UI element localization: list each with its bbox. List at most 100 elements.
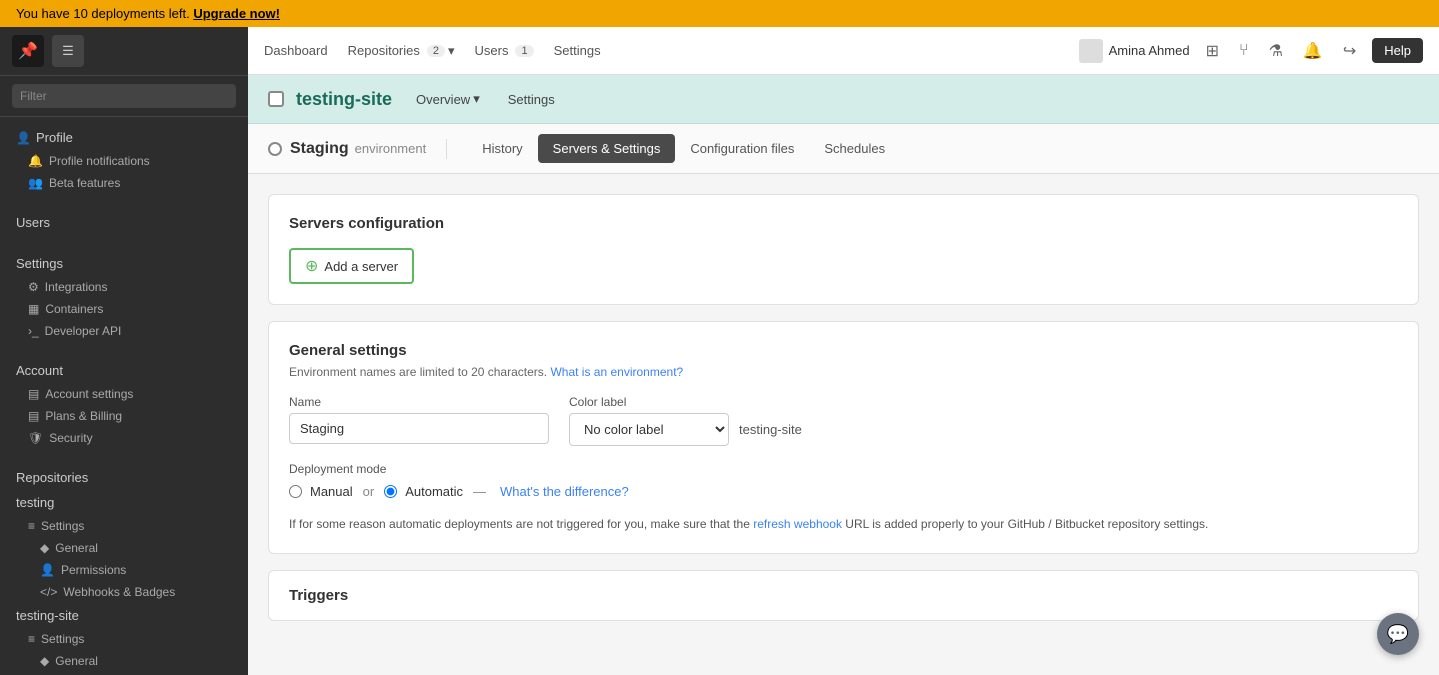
sidebar-item-testing-site-settings[interactable]: ≡ Settings [0, 628, 248, 650]
nav-settings[interactable]: Settings [554, 39, 601, 62]
deployment-mode-section: Deployment mode Manual or Automatic — Wh… [289, 462, 1398, 499]
users-section: Users [0, 202, 248, 243]
account-settings-label: Account settings [45, 387, 133, 401]
testing-permissions-label: Permissions [61, 563, 126, 577]
add-server-button[interactable]: ⊕ Add a server [289, 248, 414, 284]
sidebar-item-testing-settings[interactable]: ≡ Settings [0, 515, 248, 537]
sidebar-item-profile[interactable]: 👤 Profile [0, 125, 248, 150]
testing-site-general-label: General [55, 654, 98, 668]
fork-icon[interactable]: ⑂ [1235, 38, 1253, 64]
integrations-label: Integrations [45, 280, 108, 294]
sidebar-item-repositories[interactable]: Repositories [0, 465, 248, 490]
upgrade-link[interactable]: Upgrade now! [193, 6, 280, 21]
settings-label: Settings [16, 256, 63, 271]
tab-servers-settings[interactable]: Servers & Settings [538, 134, 676, 163]
testing-webhooks-label: Webhooks & Badges [63, 585, 175, 599]
sidebar-item-beta-features[interactable]: 👥 Beta features [0, 172, 248, 194]
automatic-radio[interactable] [384, 485, 397, 498]
sidebar-filter-container [0, 76, 248, 117]
flask-icon[interactable]: ⚗ [1265, 37, 1287, 65]
project-nav-settings[interactable]: Settings [496, 88, 567, 111]
testing-webhooks-icon: </> [40, 585, 57, 599]
refresh-webhook-link[interactable]: refresh webhook [753, 517, 842, 531]
name-input[interactable] [289, 413, 549, 444]
help-button[interactable]: Help [1372, 38, 1423, 63]
sidebar-item-account[interactable]: Account [0, 358, 248, 383]
sidebar-item-security[interactable]: 🛡 Security [0, 427, 248, 449]
webhook-note: If for some reason automatic deployments… [289, 515, 1398, 533]
env-radio [268, 142, 282, 156]
name-label: Name [289, 395, 549, 409]
sidebar-item-testing-permissions[interactable]: 👤 Permissions [0, 559, 248, 581]
sidebar-item-containers[interactable]: ▦ Containers [0, 298, 248, 320]
project-nav-overview[interactable]: Overview ▾ [404, 87, 492, 111]
sidebar-filter-input[interactable] [12, 84, 236, 108]
sidebar-item-integrations[interactable]: ⚙ Integrations [0, 276, 248, 298]
sidebar-item-testing[interactable]: testing [0, 490, 248, 515]
sidebar-item-account-settings[interactable]: ▤ Account settings [0, 383, 248, 405]
testing-site-label: testing-site [16, 608, 79, 623]
tab-history[interactable]: History [467, 134, 537, 163]
general-settings-card: General settings Environment names are l… [268, 321, 1419, 554]
integrations-icon: ⚙ [28, 280, 39, 294]
triggers-card: Triggers [268, 570, 1419, 621]
grid-icon[interactable]: ⊞ [1202, 37, 1223, 65]
env-tabs: History Servers & Settings Configuration… [467, 134, 900, 163]
automatic-label: Automatic [405, 484, 463, 499]
sidebar-item-users[interactable]: Users [0, 210, 248, 235]
servers-config-body: Servers configuration ⊕ Add a server [269, 195, 1418, 304]
sidebar-item-testing-webhooks[interactable]: </> Webhooks & Badges [0, 581, 248, 603]
env-type: environment [355, 141, 427, 156]
project-header: testing-site Overview ▾ Settings [248, 75, 1439, 124]
color-site-text: testing-site [739, 422, 802, 437]
sidebar-item-profile-notifications[interactable]: 🔔 Profile notifications [0, 150, 248, 172]
sidebar-item-settings[interactable]: Settings [0, 251, 248, 276]
security-label: Security [49, 431, 92, 445]
sidebar-item-testing-site-general[interactable]: ◆ General [0, 650, 248, 672]
bell-icon[interactable]: 🔔 [1299, 37, 1327, 65]
app-logo: 📌 [12, 35, 44, 67]
overview-chevron-icon: ▾ [473, 91, 480, 107]
sidebar: 📌 ☰ 👤 Profile 🔔 Profile notifications 👥 … [0, 27, 248, 675]
menu-toggle-button[interactable]: ☰ [52, 35, 84, 67]
sidebar-item-developer-api[interactable]: ›_ Developer API [0, 320, 248, 342]
servers-config-card: Servers configuration ⊕ Add a server [268, 194, 1419, 305]
nav-user[interactable]: Amina Ahmed [1079, 39, 1190, 63]
testing-settings-label: Settings [41, 519, 84, 533]
overview-label: Overview [416, 92, 470, 107]
webhook-note-text2: URL is added properly to your GitHub / B… [842, 517, 1208, 531]
repositories-label: Repositories [16, 470, 88, 485]
notification-icon: 🔔 [28, 154, 43, 168]
deployment-mode-label: Deployment mode [289, 462, 1398, 476]
deployment-mode-radio-group: Manual or Automatic — What's the differe… [289, 484, 1398, 499]
developer-api-label: Developer API [45, 324, 122, 338]
testing-general-icon: ◆ [40, 541, 49, 555]
nav-repositories[interactable]: Repositories 2 ▾ [348, 43, 455, 59]
account-section: Account ▤ Account settings ▤ Plans & Bil… [0, 350, 248, 457]
tab-configuration-files[interactable]: Configuration files [675, 134, 809, 163]
sidebar-item-plans-billing[interactable]: ▤ Plans & Billing [0, 405, 248, 427]
chat-icon: 💬 [1387, 624, 1409, 645]
nav-dashboard[interactable]: Dashboard [264, 39, 328, 62]
testing-site-settings-icon: ≡ [28, 632, 35, 646]
chat-bubble-button[interactable]: 💬 [1377, 613, 1419, 655]
sidebar-item-testing-general[interactable]: ◆ General [0, 537, 248, 559]
sidebar-item-testing-site[interactable]: testing-site [0, 603, 248, 628]
nav-users[interactable]: Users 1 [475, 43, 534, 58]
containers-icon: ▦ [28, 302, 39, 316]
project-nav: Overview ▾ Settings [404, 87, 567, 111]
whats-the-difference-link[interactable]: What's the difference? [500, 484, 629, 499]
users-label: Users [16, 215, 50, 230]
project-name: testing-site [296, 89, 392, 110]
testing-permissions-icon: 👤 [40, 563, 55, 577]
color-select[interactable]: No color label [569, 413, 729, 446]
project-checkbox[interactable] [268, 91, 284, 107]
profile-label: Profile [36, 130, 73, 145]
repositories-section: Repositories testing ≡ Settings ◆ Genera… [0, 457, 248, 675]
what-is-env-link[interactable]: What is an environment? [550, 365, 683, 379]
tab-schedules[interactable]: Schedules [809, 134, 900, 163]
sidebar-header: 📌 ☰ [0, 27, 248, 76]
logout-icon[interactable]: ↪ [1339, 37, 1360, 65]
testing-settings-icon: ≡ [28, 519, 35, 533]
manual-radio[interactable] [289, 485, 302, 498]
